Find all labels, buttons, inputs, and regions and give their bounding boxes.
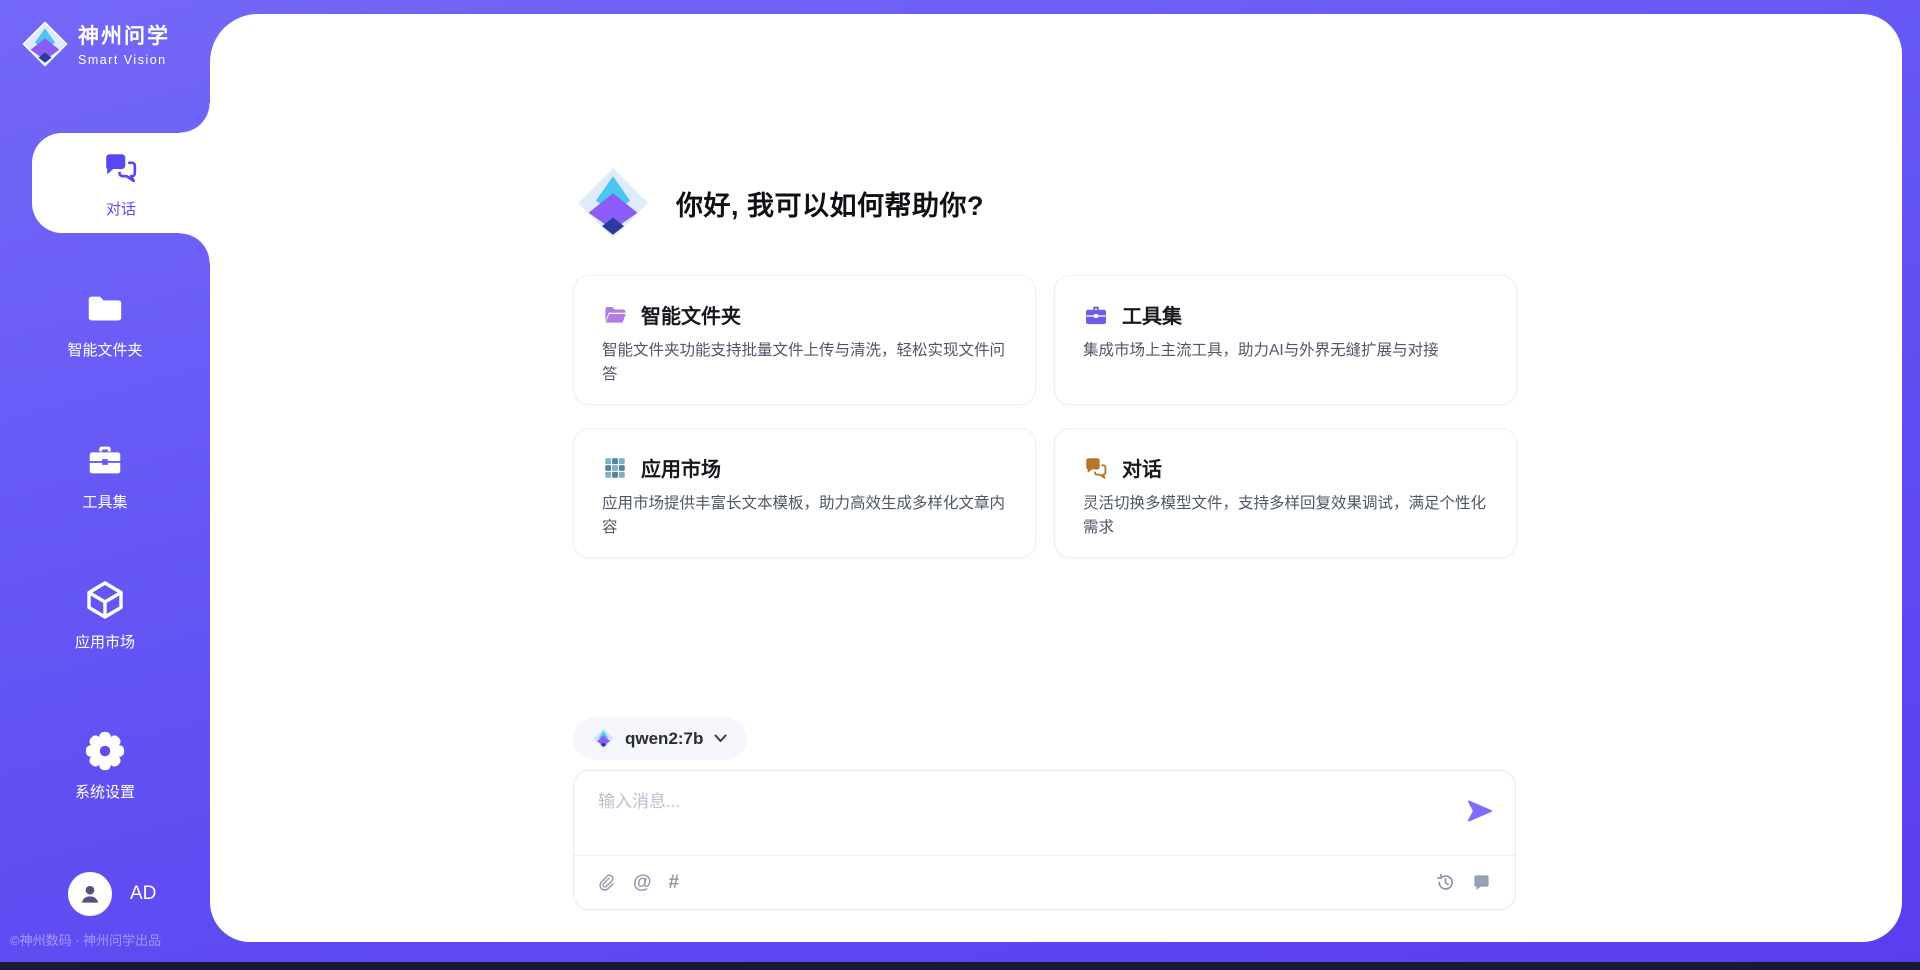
message-input[interactable] (598, 787, 1418, 847)
send-icon (1467, 799, 1493, 823)
sidebar-item-label: 应用市场 (75, 631, 135, 652)
attach-button[interactable] (598, 873, 616, 893)
card-title: 对话 (1122, 453, 1162, 482)
sidebar-item-chat[interactable]: 对话 (32, 133, 210, 233)
gem-logo-icon (593, 728, 614, 749)
model-name: qwen2:7b (625, 729, 703, 749)
main-panel: 你好, 我可以如何帮助你? 智能文件夹 智能文件夹功能支持批量文件上传与清洗，轻… (210, 14, 1902, 942)
toolbox-icon (84, 440, 126, 482)
card-toolset[interactable]: 工具集 集成市场上主流工具，助力AI与外界无缝扩展与对接 (1054, 275, 1517, 405)
user-profile[interactable]: AD (68, 872, 156, 916)
mention-button[interactable]: @ (633, 872, 652, 894)
user-name: AD (130, 883, 156, 905)
copyright-footer: ©神州数码 · 神州问学出品 (10, 930, 161, 949)
card-description: 集成市场上主流工具，助力AI与外界无缝扩展与对接 (1083, 339, 1488, 363)
window-bottom-edge (0, 962, 1920, 970)
composer: @ # (573, 770, 1516, 910)
briefcase-icon (1083, 302, 1109, 328)
comment-icon (1472, 873, 1491, 892)
card-title: 工具集 (1122, 300, 1182, 329)
new-chat-button[interactable] (1472, 873, 1491, 892)
card-description: 智能文件夹功能支持批量文件上传与清洗，轻松实现文件问答 (602, 339, 1007, 387)
model-selector[interactable]: qwen2:7b (573, 717, 747, 760)
sidebar-item-smart-folder[interactable]: 智能文件夹 (0, 288, 210, 360)
sidebar-item-settings[interactable]: 系统设置 (0, 730, 210, 802)
gem-logo-icon (22, 21, 68, 67)
at-icon: @ (633, 872, 652, 894)
brand-subtitle: Smart Vision (78, 53, 170, 67)
sidebar-item-label: 工具集 (82, 491, 127, 512)
avatar (68, 872, 112, 916)
sidebar-item-label: 对话 (106, 198, 136, 219)
sidebar-item-label: 系统设置 (75, 781, 135, 802)
folder-icon (84, 288, 126, 330)
brand-logo: 神州问学 Smart Vision (22, 20, 170, 67)
composer-toolbar: @ # (574, 855, 1515, 909)
sidebar-item-label: 智能文件夹 (67, 339, 142, 360)
card-app-market[interactable]: 应用市场 应用市场提供丰富长文本模板，助力高效生成多样化文章内容 (573, 428, 1036, 558)
feature-cards: 智能文件夹 智能文件夹功能支持批量文件上传与清洗，轻松实现文件问答 工具集 集成… (573, 275, 1517, 558)
sidebar-item-app-market[interactable]: 应用市场 (0, 578, 210, 652)
card-smart-folder[interactable]: 智能文件夹 智能文件夹功能支持批量文件上传与清洗，轻松实现文件问答 (573, 275, 1036, 405)
card-description: 灵活切换多模型文件，支持多样回复效果调试，满足个性化需求 (1083, 492, 1488, 540)
brand-name: 神州问学 (78, 20, 170, 50)
gear-icon (84, 730, 126, 772)
greeting-title: 你好, 我可以如何帮助你? (676, 184, 984, 223)
topic-button[interactable]: # (669, 872, 680, 894)
history-icon (1436, 873, 1455, 892)
card-title: 智能文件夹 (641, 300, 741, 329)
chat-icon (1083, 455, 1109, 481)
card-chat[interactable]: 对话 灵活切换多模型文件，支持多样回复效果调试，满足个性化需求 (1054, 428, 1517, 558)
cube-icon (83, 578, 127, 622)
chat-icon (100, 148, 142, 190)
send-button[interactable] (1467, 799, 1493, 826)
assistant-gem-icon (574, 164, 652, 242)
paperclip-icon (598, 873, 616, 893)
card-title: 应用市场 (641, 453, 721, 482)
sidebar-item-toolset[interactable]: 工具集 (0, 440, 210, 512)
greeting: 你好, 我可以如何帮助你? (574, 164, 984, 242)
history-button[interactable] (1436, 873, 1455, 892)
chevron-down-icon (714, 734, 727, 743)
hash-icon: # (669, 872, 680, 894)
grid-globe-icon (602, 455, 628, 481)
folder-open-icon (602, 302, 628, 328)
person-icon (77, 881, 103, 907)
card-description: 应用市场提供丰富长文本模板，助力高效生成多样化文章内容 (602, 492, 1007, 540)
